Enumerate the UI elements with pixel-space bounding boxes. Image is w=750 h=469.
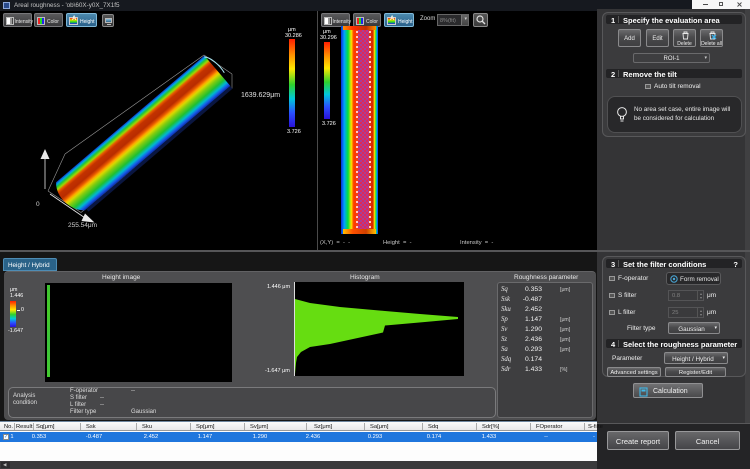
svg-text:255.54μm: 255.54μm xyxy=(68,222,97,229)
svg-text:3.726: 3.726 xyxy=(287,129,301,135)
svg-text:0: 0 xyxy=(36,201,40,208)
svg-text:1639.629μm: 1639.629μm xyxy=(241,92,280,99)
svg-text:30.286: 30.286 xyxy=(285,33,302,39)
